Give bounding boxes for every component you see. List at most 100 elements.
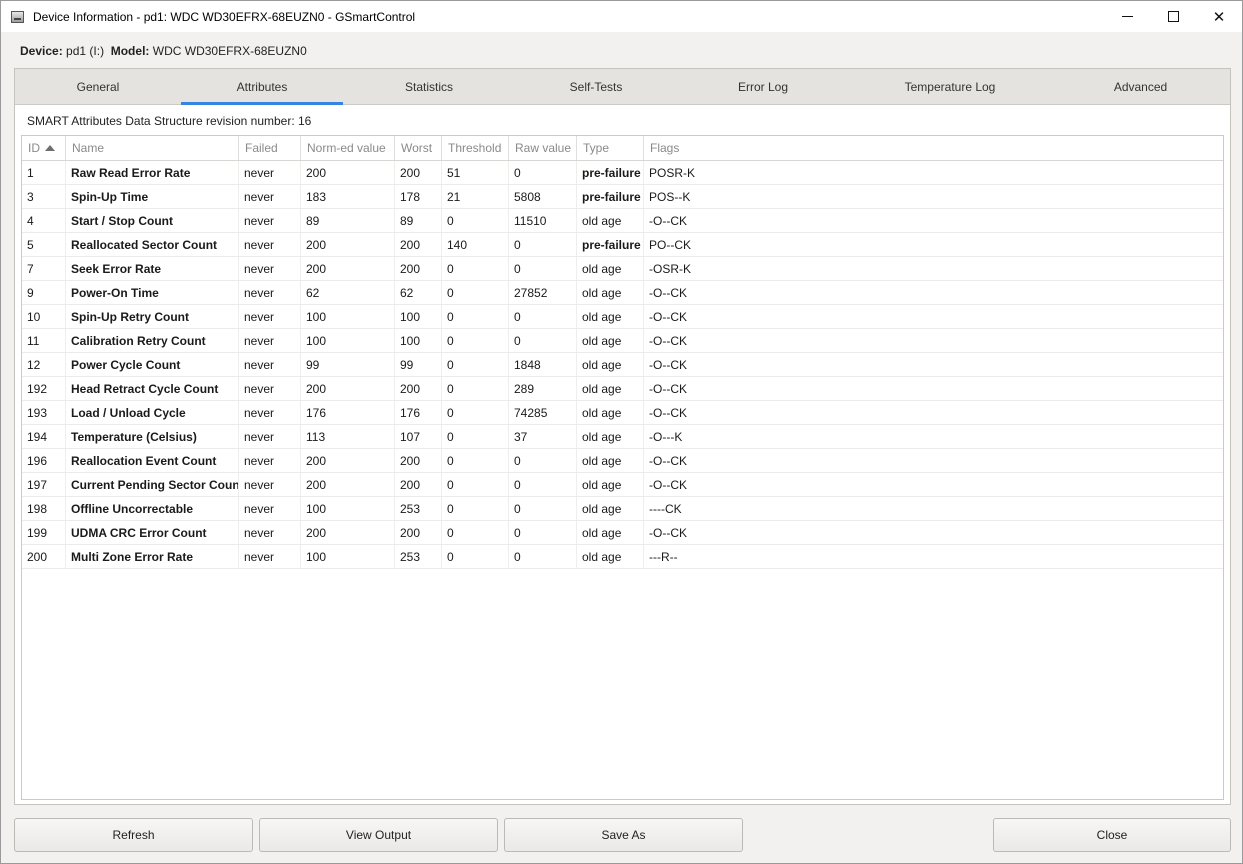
- cell-flags: -O---K: [649, 429, 683, 444]
- cell-name: Temperature (Celsius): [66, 425, 239, 448]
- tab-error-log[interactable]: Error Log: [677, 69, 849, 104]
- column-header-raw-value[interactable]: Raw value: [509, 136, 577, 160]
- table-row[interactable]: 4 Start / Stop Count never 89 89 0 11510 old ag…: [22, 209, 1223, 233]
- cell-name: Seek Error Rate: [66, 257, 239, 280]
- cell-threshold: 0: [442, 353, 509, 376]
- cell-worst: 253: [395, 545, 442, 568]
- column-header-name[interactable]: Name: [66, 136, 239, 160]
- cell-normed-value: 100: [301, 497, 395, 520]
- cell-id: 192: [22, 377, 66, 400]
- cell-flags: -O--CK: [649, 333, 687, 348]
- cell-flags: PO--CK: [649, 237, 691, 252]
- close-window-button[interactable]: ✕: [1196, 1, 1242, 32]
- table-row[interactable]: 192 Head Retract Cycle Count never 200 200 0 2…: [22, 377, 1223, 401]
- cell-type: old age: [577, 305, 644, 328]
- table-row[interactable]: 5 Reallocated Sector Count never 200 200 140 0…: [22, 233, 1223, 257]
- minimize-button[interactable]: [1104, 1, 1150, 32]
- cell-normed-value: 183: [301, 185, 395, 208]
- tab-general[interactable]: General: [15, 69, 181, 104]
- tab-bar: General Attributes Statistics Self-Tests…: [15, 69, 1230, 105]
- table-row[interactable]: 9 Power-On Time never 62 62 0 27852 old age -O--…: [22, 281, 1223, 305]
- table-row[interactable]: 1 Raw Read Error Rate never 200 200 51 0 pre-fa…: [22, 161, 1223, 185]
- cell-worst: 253: [395, 497, 442, 520]
- cell-name: Reallocated Sector Count: [66, 233, 239, 256]
- cell-threshold: 0: [442, 377, 509, 400]
- cell-threshold: 0: [442, 257, 509, 280]
- tab-attributes[interactable]: Attributes: [181, 69, 343, 105]
- column-header-normed-value[interactable]: Norm-ed value: [301, 136, 395, 160]
- title-bar: Device Information - pd1: WDC WD30EFRX-6…: [1, 1, 1242, 32]
- cell-raw-value: 27852: [509, 281, 577, 304]
- cell-type: old age: [577, 257, 644, 280]
- cell-worst: 99: [395, 353, 442, 376]
- tab-advanced[interactable]: Advanced: [1051, 69, 1230, 104]
- cell-type: pre-failure: [577, 161, 644, 184]
- table-row[interactable]: 196 Reallocation Event Count never 200 200 0 0…: [22, 449, 1223, 473]
- cell-raw-value: 74285: [509, 401, 577, 424]
- cell-flags: ----CK: [649, 501, 682, 516]
- cell-id: 12: [22, 353, 66, 376]
- tab-self-tests[interactable]: Self-Tests: [515, 69, 677, 104]
- cell-normed-value: 200: [301, 233, 395, 256]
- table-row[interactable]: 198 Offline Uncorrectable never 100 253 0 0 old…: [22, 497, 1223, 521]
- cell-id: 199: [22, 521, 66, 544]
- cell-flags: POSR-K: [649, 165, 696, 180]
- close-icon: ✕: [1212, 7, 1226, 26]
- cell-threshold: 0: [442, 209, 509, 232]
- table-row[interactable]: 197 Current Pending Sector Count never 200 2…: [22, 473, 1223, 497]
- close-button[interactable]: Close: [993, 818, 1231, 852]
- cell-raw-value: 0: [509, 497, 577, 520]
- cell-type: old age: [577, 473, 644, 496]
- device-info-line: Device: pd1 (I:) Model: WDC WD30EFRX-68E…: [20, 44, 307, 60]
- cell-threshold: 0: [442, 329, 509, 352]
- column-header-failed[interactable]: Failed: [239, 136, 301, 160]
- view-output-button[interactable]: View Output: [259, 818, 498, 852]
- cell-threshold: 0: [442, 497, 509, 520]
- save-as-button[interactable]: Save As: [504, 818, 743, 852]
- window-title: Device Information - pd1: WDC WD30EFRX-6…: [33, 9, 416, 24]
- cell-failed: never: [239, 281, 301, 304]
- cell-id: 3: [22, 185, 66, 208]
- cell-worst: 178: [395, 185, 442, 208]
- cell-worst: 200: [395, 257, 442, 280]
- cell-threshold: 51: [442, 161, 509, 184]
- cell-raw-value: 0: [509, 305, 577, 328]
- cell-worst: 176: [395, 401, 442, 424]
- cell-raw-value: 5808: [509, 185, 577, 208]
- cell-normed-value: 200: [301, 473, 395, 496]
- cell-normed-value: 200: [301, 449, 395, 472]
- refresh-button[interactable]: Refresh: [14, 818, 253, 852]
- table-row[interactable]: 12 Power Cycle Count never 99 99 0 1848 old age…: [22, 353, 1223, 377]
- column-header-worst[interactable]: Worst: [395, 136, 442, 160]
- cell-name: Current Pending Sector Count: [66, 473, 239, 496]
- column-header-threshold[interactable]: Threshold: [442, 136, 509, 160]
- table-row[interactable]: 200 Multi Zone Error Rate never 100 253 0 0 old…: [22, 545, 1223, 569]
- column-header-id[interactable]: ID: [22, 136, 66, 160]
- tab-temperature-log[interactable]: Temperature Log: [849, 69, 1051, 104]
- device-label: Device:: [20, 44, 63, 58]
- cell-failed: never: [239, 473, 301, 496]
- tab-statistics[interactable]: Statistics: [343, 69, 515, 104]
- attributes-table[interactable]: ID Name Failed Norm-ed value Worst Thres…: [21, 135, 1224, 800]
- cell-flags: ---R--: [649, 549, 678, 564]
- table-row[interactable]: 11 Calibration Retry Count never 100 100 0 0 ol…: [22, 329, 1223, 353]
- table-row[interactable]: 7 Seek Error Rate never 200 200 0 0 old age -OSR…: [22, 257, 1223, 281]
- cell-failed: never: [239, 521, 301, 544]
- cell-flags: -O--CK: [649, 213, 687, 228]
- cell-name: Start / Stop Count: [66, 209, 239, 232]
- cell-type: old age: [577, 329, 644, 352]
- cell-type: old age: [577, 545, 644, 568]
- cell-worst: 200: [395, 449, 442, 472]
- table-row[interactable]: 3 Spin-Up Time never 183 178 21 5808 pre-failur…: [22, 185, 1223, 209]
- column-header-type[interactable]: Type: [577, 136, 644, 160]
- table-row[interactable]: 193 Load / Unload Cycle never 176 176 0 74285 o…: [22, 401, 1223, 425]
- cell-failed: never: [239, 401, 301, 424]
- cell-id: 5: [22, 233, 66, 256]
- table-row[interactable]: 194 Temperature (Celsius) never 113 107 0 37 ol…: [22, 425, 1223, 449]
- maximize-button[interactable]: [1150, 1, 1196, 32]
- column-header-flags[interactable]: Flags: [644, 136, 1223, 160]
- table-row[interactable]: 199 UDMA CRC Error Count never 200 200 0 0 old …: [22, 521, 1223, 545]
- cell-normed-value: 200: [301, 521, 395, 544]
- cell-worst: 200: [395, 161, 442, 184]
- table-row[interactable]: 10 Spin-Up Retry Count never 100 100 0 0 old ag…: [22, 305, 1223, 329]
